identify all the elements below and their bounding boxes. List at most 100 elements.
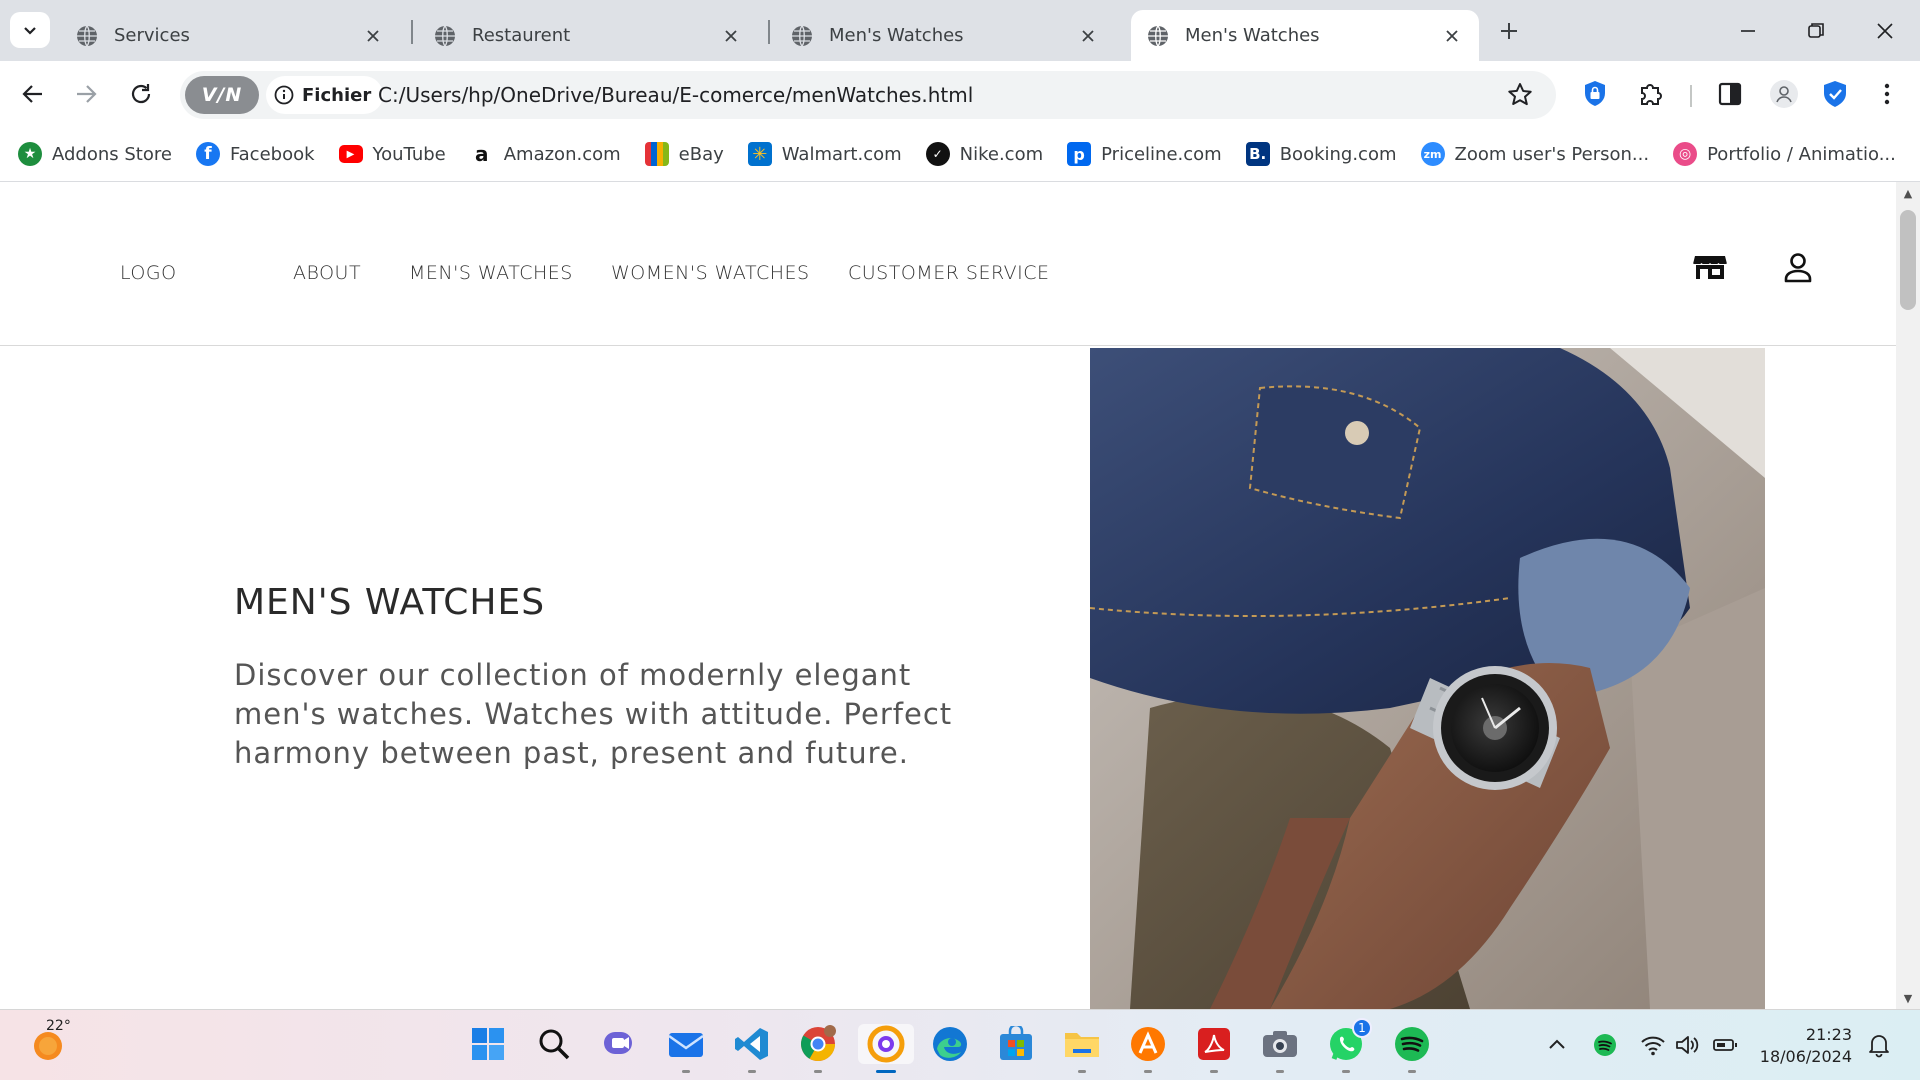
bookmark-facebook[interactable]: f Facebook bbox=[195, 142, 315, 166]
spotify-tray-icon[interactable] bbox=[1592, 1032, 1618, 1058]
taskbar-spotify[interactable] bbox=[1392, 1024, 1432, 1073]
mens-watch-photo bbox=[1090, 348, 1765, 1009]
bookmark-priceline[interactable]: p Priceline.com bbox=[1067, 142, 1222, 166]
taskbar-acrobat[interactable] bbox=[1194, 1024, 1234, 1073]
password-manager-icon[interactable] bbox=[1578, 77, 1612, 111]
address-bar[interactable]: V/N Fichier C:/Users/hp/OneDrive/Bureau/… bbox=[180, 71, 1556, 119]
side-panel-icon[interactable] bbox=[1713, 77, 1747, 111]
clock-time: 21:23 bbox=[1805, 1025, 1852, 1044]
bookmark-ebay[interactable]: eBay bbox=[644, 142, 724, 166]
bookmark-zoom[interactable]: zm Zoom user's Person... bbox=[1420, 142, 1649, 166]
bookmark-portfolio[interactable]: ◎ Portfolio / Animatio... bbox=[1673, 142, 1896, 166]
priceline-icon: p bbox=[1067, 142, 1092, 166]
taskbar-active-app[interactable] bbox=[858, 1024, 914, 1073]
browser-app-icon bbox=[867, 1025, 905, 1063]
running-indicator bbox=[682, 1070, 690, 1073]
bookmark-youtube[interactable]: ▶ YouTube bbox=[338, 144, 446, 165]
taskbar-teams-chat[interactable] bbox=[600, 1024, 640, 1064]
vpn-button[interactable]: V/N bbox=[185, 76, 259, 114]
bookmark-booking[interactable]: B. Booking.com bbox=[1245, 142, 1397, 166]
running-indicator bbox=[1078, 1070, 1086, 1073]
page-viewport: LOGO ABOUT MEN'S WATCHES WOMEN'S WATCHES… bbox=[0, 182, 1896, 1009]
more-menu-icon[interactable] bbox=[1870, 77, 1904, 111]
profile-icon[interactable] bbox=[1767, 77, 1801, 111]
volume-icon[interactable] bbox=[1674, 1032, 1700, 1058]
tab-services[interactable]: Services bbox=[60, 10, 400, 61]
scroll-thumb[interactable] bbox=[1900, 210, 1916, 310]
user-account-icon[interactable] bbox=[1778, 248, 1818, 288]
restore-icon[interactable] bbox=[1799, 14, 1833, 48]
running-indicator bbox=[1210, 1070, 1218, 1073]
scroll-up-arrow-icon[interactable]: ▲ bbox=[1896, 182, 1920, 204]
bookmark-amazon[interactable]: a Amazon.com bbox=[469, 142, 621, 166]
tab-mens-watches[interactable]: Men's Watches bbox=[775, 10, 1115, 61]
minimize-icon[interactable] bbox=[1731, 14, 1765, 48]
tab-mens-watches-active[interactable]: Men's Watches bbox=[1131, 10, 1479, 61]
taskbar-store[interactable] bbox=[996, 1024, 1036, 1064]
taskbar-edge[interactable] bbox=[930, 1024, 970, 1064]
window-close-icon[interactable] bbox=[1868, 14, 1902, 48]
start-button[interactable] bbox=[468, 1024, 508, 1064]
close-icon[interactable] bbox=[1441, 25, 1463, 47]
taskbar-search[interactable] bbox=[534, 1024, 574, 1064]
taskbar-whatsapp[interactable]: 1 bbox=[1326, 1018, 1372, 1073]
pdf-reader-icon bbox=[1198, 1028, 1230, 1060]
bookmark-label: Booking.com bbox=[1279, 143, 1397, 165]
microsoft-store-icon bbox=[1000, 1026, 1032, 1060]
scroll-down-arrow-icon[interactable]: ▼ bbox=[1896, 987, 1920, 1009]
tab-restaurent[interactable]: Restaurent bbox=[418, 10, 758, 61]
taskbar-chrome[interactable] bbox=[798, 1024, 838, 1073]
tab-search-button[interactable] bbox=[10, 12, 50, 48]
close-icon[interactable] bbox=[720, 25, 742, 47]
taskbar-camera[interactable] bbox=[1260, 1024, 1300, 1073]
facebook-icon: f bbox=[195, 142, 220, 166]
vscode-icon bbox=[735, 1028, 768, 1060]
bookmarks-bar: ★ Addons Store f Facebook ▶ YouTube a Am… bbox=[0, 127, 1920, 182]
bookmark-star-icon[interactable] bbox=[1505, 80, 1535, 110]
dribbble-icon: ◎ bbox=[1673, 142, 1698, 166]
close-icon[interactable] bbox=[1077, 25, 1099, 47]
windows-taskbar: 22° 1 21:23 18/06/2024 bbox=[0, 1009, 1920, 1080]
nav-mens-watches[interactable]: MEN'S WATCHES bbox=[409, 262, 573, 284]
close-icon[interactable] bbox=[362, 25, 384, 47]
notification-bell-icon[interactable] bbox=[1866, 1032, 1892, 1058]
windows-logo-icon bbox=[472, 1028, 504, 1060]
store-icon[interactable] bbox=[1690, 248, 1730, 288]
taskbar-mail[interactable] bbox=[666, 1024, 706, 1073]
shield-icon[interactable] bbox=[1818, 77, 1852, 111]
spotify-icon bbox=[1395, 1027, 1429, 1061]
taskbar-vscode[interactable] bbox=[732, 1024, 772, 1073]
reload-icon[interactable] bbox=[122, 75, 160, 113]
notification-badge: 1 bbox=[1352, 1018, 1372, 1038]
extensions-icon[interactable] bbox=[1633, 77, 1667, 111]
forward-icon[interactable] bbox=[67, 75, 105, 113]
zoom-icon: zm bbox=[1420, 142, 1445, 166]
taskbar-file-explorer[interactable] bbox=[1062, 1024, 1102, 1073]
nav-about[interactable]: ABOUT bbox=[293, 262, 361, 284]
chevron-up-icon[interactable] bbox=[1544, 1032, 1570, 1058]
taskbar-avast[interactable] bbox=[1128, 1024, 1168, 1073]
search-icon bbox=[539, 1029, 570, 1060]
wifi-icon[interactable] bbox=[1640, 1032, 1666, 1058]
nav-customer-service[interactable]: CUSTOMER SERVICE bbox=[848, 262, 1050, 284]
bookmark-label: Portfolio / Animatio... bbox=[1707, 143, 1896, 165]
nav-womens-watches[interactable]: WOMEN'S WATCHES bbox=[611, 262, 810, 284]
clock-date: 18/06/2024 bbox=[1759, 1047, 1852, 1066]
avast-icon bbox=[1131, 1027, 1165, 1061]
page-scrollbar[interactable]: ▲ ▼ bbox=[1896, 182, 1920, 1009]
new-tab-icon[interactable] bbox=[1494, 16, 1524, 46]
bookmark-label: eBay bbox=[678, 143, 724, 165]
battery-icon[interactable] bbox=[1712, 1032, 1738, 1058]
site-info-button[interactable]: Fichier bbox=[266, 76, 384, 114]
site-logo[interactable]: LOGO bbox=[120, 262, 177, 284]
bookmark-walmart[interactable]: ✳ Walmart.com bbox=[747, 142, 902, 166]
tab-title: Restaurent bbox=[472, 25, 571, 46]
back-icon[interactable] bbox=[14, 75, 52, 113]
hero-watch-image bbox=[1090, 348, 1765, 1009]
bookmark-nike[interactable]: ✓ Nike.com bbox=[925, 142, 1043, 166]
hero-description: Discover our collection of modernly eleg… bbox=[234, 658, 953, 770]
system-clock[interactable]: 21:23 18/06/2024 bbox=[1756, 1024, 1852, 1068]
url-text[interactable]: C:/Users/hp/OneDrive/Bureau/E-comerce/me… bbox=[378, 83, 973, 107]
active-indicator bbox=[876, 1070, 896, 1073]
bookmark-addons-store[interactable]: ★ Addons Store bbox=[18, 142, 172, 166]
